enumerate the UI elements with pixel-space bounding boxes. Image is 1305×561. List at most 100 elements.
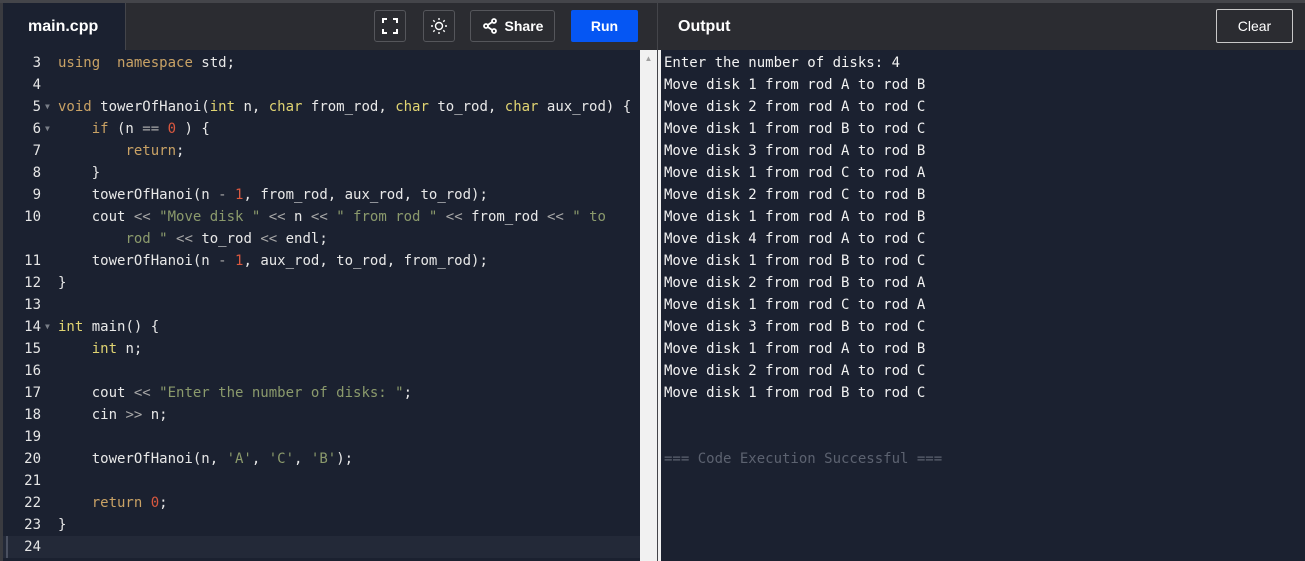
code-line[interactable]: 19 — [3, 426, 640, 448]
code-token: << — [546, 209, 564, 225]
code-token: " from rod " — [336, 209, 438, 225]
code-token: from_rod — [462, 209, 547, 225]
code-token: >> — [125, 407, 143, 423]
output-line: Move disk 1 from rod B to rod C — [664, 121, 926, 137]
code-text: int n; — [58, 338, 143, 360]
code-token: 0 — [150, 495, 160, 511]
code-line[interactable]: 7 return; — [3, 140, 640, 162]
output-line: Move disk 1 from rod A to rod B — [664, 341, 926, 357]
code-line[interactable]: 11 towerOfHanoi(n - 1, aux_rod, to_rod, … — [3, 250, 640, 272]
code-text: if (n == 0 ) { — [58, 118, 210, 140]
code-line[interactable]: 13 — [3, 294, 640, 316]
clear-button[interactable]: Clear — [1216, 9, 1293, 43]
code-token: << — [268, 209, 286, 225]
code-line[interactable]: 6 ▼ if (n == 0 ) { — [3, 118, 640, 140]
line-number: 20 — [24, 451, 41, 467]
code-text: cout << "Move disk " << n << " from rod … — [58, 206, 606, 228]
code-token: 'B' — [310, 451, 337, 467]
code-line[interactable]: 24 — [3, 536, 640, 558]
code-token: n; — [117, 341, 143, 357]
fullscreen-button[interactable] — [374, 10, 406, 42]
code-editor[interactable]: 3 using namespace std; 4 5 ▼ void towerOfHano… — [3, 50, 640, 561]
code-line[interactable]: 18 cin >> n; — [3, 404, 640, 426]
code-text: towerOfHanoi(n, 'A', 'C', 'B'); — [58, 448, 353, 470]
code-token: cin — [58, 407, 126, 423]
share-button[interactable]: Share — [470, 10, 555, 42]
code-token: 0 — [167, 121, 177, 137]
code-token: towerOfHanoi( — [91, 99, 210, 115]
code-line[interactable]: 5 ▼ void towerOfHanoi(int n, char from_rod… — [3, 96, 640, 118]
code-line[interactable]: 12} — [3, 272, 640, 294]
run-button[interactable]: Run — [571, 10, 638, 42]
code-line[interactable]: 4 — [3, 74, 640, 96]
code-token: << — [176, 231, 193, 247]
code-line[interactable]: 21 — [3, 470, 640, 492]
output-console: Enter the number of disks: 4 Move disk 1 … — [661, 50, 1305, 561]
fold-toggle-icon[interactable]: ▼ — [45, 316, 50, 338]
line-number: 5 — [32, 99, 41, 115]
line-number: 17 — [24, 385, 41, 401]
output-title: Output — [678, 18, 731, 35]
theme-toggle-button[interactable] — [423, 10, 455, 42]
code-token: 'A' — [226, 451, 252, 467]
line-number: 15 — [24, 341, 41, 357]
line-number: 16 — [24, 363, 41, 379]
tab-main-cpp[interactable]: main.cpp — [3, 3, 126, 50]
code-text: cout << "Enter the number of disks: "; — [58, 382, 412, 404]
code-line[interactable]: 20 towerOfHanoi(n, 'A', 'C', 'B'); — [3, 448, 640, 470]
line-number: 14 — [24, 319, 41, 335]
line-number: 9 — [32, 187, 41, 203]
code-text: rod " << to_rod << endl; — [58, 228, 327, 250]
output-line: Move disk 1 from rod A to rod B — [664, 77, 926, 93]
fold-toggle-icon[interactable]: ▼ — [45, 118, 50, 140]
editor-scrollbar[interactable]: ▲ — [640, 50, 657, 561]
code-token: << — [260, 231, 278, 247]
code-line[interactable]: rod " << to_rod << endl; — [3, 228, 640, 250]
code-token: ; — [159, 495, 168, 511]
fold-toggle-icon[interactable]: ▼ — [45, 96, 50, 118]
code-line[interactable]: 22 return 0; — [3, 492, 640, 514]
code-token: ; — [403, 385, 413, 401]
code-line[interactable]: 8 } — [3, 162, 640, 184]
code-line[interactable]: 16 — [3, 360, 640, 382]
code-line[interactable]: 17 cout << "Enter the number of disks: "… — [3, 382, 640, 404]
code-line[interactable]: 3 using namespace std; — [3, 52, 640, 74]
code-token: ; — [176, 143, 185, 159]
output-line: Move disk 2 from rod C to rod B — [664, 187, 926, 203]
code-token: "Move disk " — [159, 209, 261, 225]
code-token: towerOfHanoi(n, — [58, 451, 227, 467]
code-line[interactable]: 9 towerOfHanoi(n - 1, from_rod, aux_rod,… — [3, 184, 640, 206]
code-token: " to — [572, 209, 606, 225]
code-token: return — [125, 143, 177, 159]
line-number: 11 — [24, 253, 41, 269]
line-number: 10 — [24, 209, 41, 225]
code-text: using namespace std; — [58, 52, 235, 74]
code-token: std; — [192, 55, 236, 71]
code-token: << — [133, 385, 151, 401]
code-line[interactable]: 15 int n; — [3, 338, 640, 360]
scroll-up-arrow-icon[interactable]: ▲ — [640, 50, 657, 68]
code-line[interactable]: 23} — [3, 514, 640, 536]
code-token: towerOfHanoi(n — [58, 253, 219, 269]
code-token: return — [91, 495, 143, 511]
line-number: 7 — [32, 143, 41, 159]
code-token: if — [91, 121, 109, 137]
line-number: 4 — [32, 77, 41, 93]
editor-panel: main.cpp Share Run 3 using namespace std;… — [0, 3, 657, 561]
code-line[interactable]: 10 cout << "Move disk " << n << " from r… — [3, 206, 640, 228]
output-line: Move disk 1 from rod B to rod C — [664, 253, 926, 269]
code-token: n; — [142, 407, 168, 423]
code-token: char — [268, 99, 303, 115]
execution-status: === Code Execution Successful === — [664, 451, 943, 467]
code-token: - — [218, 187, 227, 203]
code-line[interactable]: 14 ▼ int main() { — [3, 316, 640, 338]
code-token: , — [251, 451, 269, 467]
code-text: int main() { — [58, 316, 159, 338]
